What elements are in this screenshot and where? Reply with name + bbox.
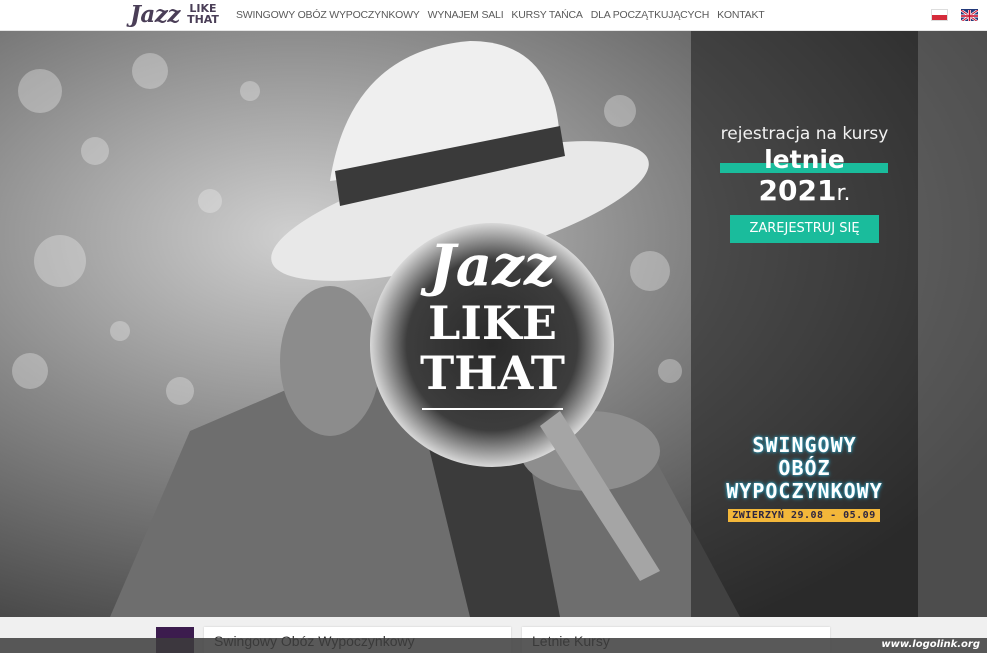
- hero-center-logo: Jazz LIKE THAT: [380, 236, 605, 416]
- main-menu: SWINGOWY OBÓZ WYPOCZYNKOWY WYNAJEM SALI …: [236, 9, 773, 21]
- camp-date-badge: ZWIERZYŃ 29.08 - 05.09: [728, 509, 880, 522]
- camp-title-line-1: SWINGOWY: [752, 433, 857, 457]
- hero-banner: Jazz LIKE THAT rejestracja na kursy letn…: [0, 31, 987, 617]
- hero-logo-that: THAT: [419, 346, 566, 400]
- watermark-bar: www.logolink.org: [0, 638, 987, 653]
- flag-uk-graphic: [961, 9, 978, 21]
- menu-item-contact[interactable]: KONTAKT: [717, 9, 765, 21]
- camp-title-line-3: WYPOCZYNKOWY: [726, 479, 883, 503]
- flag-pl-icon[interactable]: [931, 9, 948, 21]
- menu-item-room-rental[interactable]: WYNAJEM SALI: [428, 9, 504, 21]
- registration-title: rejestracja na kursy: [720, 124, 889, 144]
- logo-word-like-that: LIKE THAT: [187, 2, 219, 26]
- hero-logo-underline: [422, 408, 563, 410]
- hero-logo-like: LIKE: [428, 296, 557, 350]
- registration-panel: rejestracja na kursy letnie 2021r. ZAREJ…: [691, 31, 918, 617]
- watermark-text: www.logolink.org: [881, 639, 980, 650]
- registration-season: letnie: [764, 145, 845, 174]
- register-button[interactable]: ZAREJESTRUJ SIĘ: [730, 215, 879, 243]
- flag-uk-icon[interactable]: [961, 9, 978, 21]
- menu-item-camp[interactable]: SWINGOWY OBÓZ WYPOCZYNKOWY: [236, 9, 420, 21]
- menu-item-dance-courses[interactable]: KURSY TAŃCA: [511, 9, 583, 21]
- camp-title[interactable]: SWINGOWY OBÓZ WYPOCZYNKOWY: [691, 434, 918, 503]
- registration-year: 2021r.: [691, 174, 918, 207]
- top-navigation: Jazz LIKE THAT SWINGOWY OBÓZ WYPOCZYNKOW…: [0, 0, 987, 31]
- camp-title-line-2: OBÓZ: [778, 456, 831, 480]
- year-suffix: r.: [836, 181, 851, 206]
- hero-logo-jazz: Jazz: [429, 233, 556, 299]
- menu-item-beginners[interactable]: DLA POCZĄTKUJĄCYCH: [591, 9, 710, 21]
- year-number: 2021: [758, 174, 837, 207]
- content-section: Swingowy Obóz Wypoczynkowy Letnie Kursy …: [0, 617, 987, 653]
- logo-word-jazz: Jazz: [130, 1, 180, 28]
